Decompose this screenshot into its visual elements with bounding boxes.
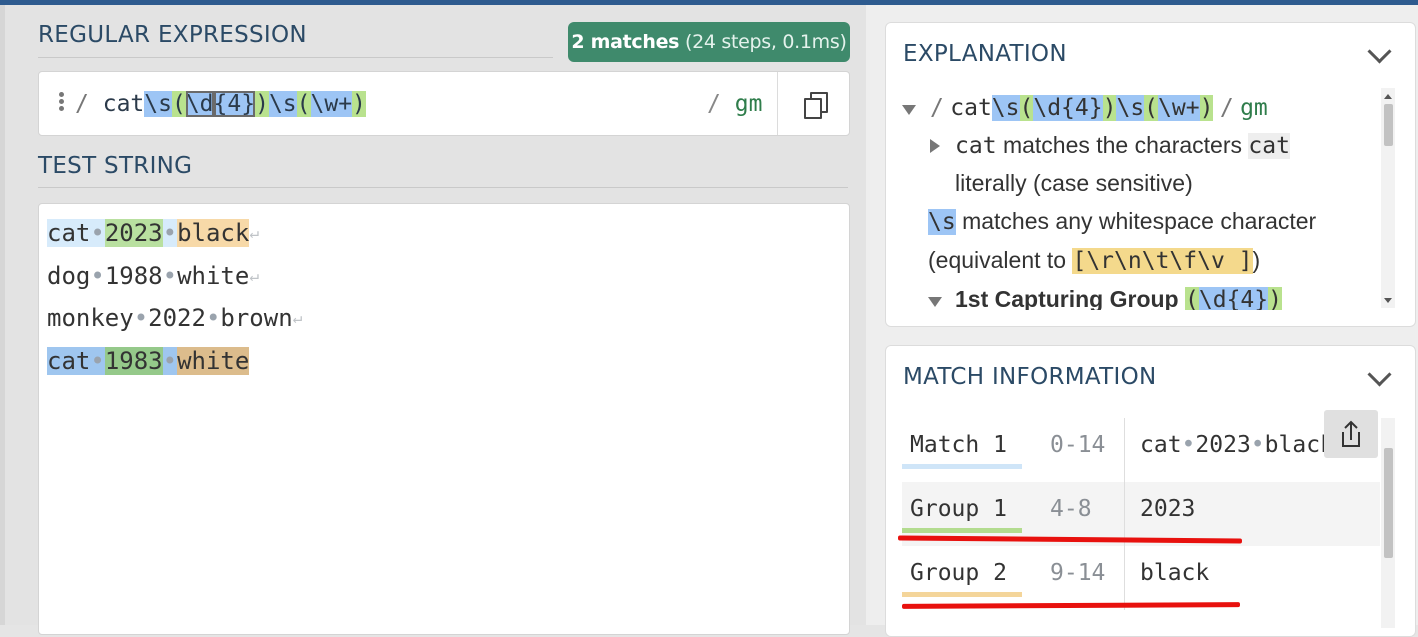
- group-value: 2023: [1140, 496, 1196, 522]
- match-value: cat•2023•black: [1140, 432, 1334, 458]
- chevron-down-icon[interactable]: [1367, 362, 1392, 387]
- root-token: \s: [1116, 95, 1145, 121]
- group-value: black: [1140, 560, 1210, 586]
- regex-open-delimiter: /: [75, 91, 89, 117]
- regex-group1-close: ): [255, 91, 269, 117]
- literal-desc: matches the characters: [1002, 132, 1242, 158]
- scroll-thumb[interactable]: [1384, 104, 1393, 146]
- regex-token-whitespace-2: \s: [268, 91, 297, 117]
- regex-expression[interactable]: / cat\s(\d{4})\s(\w+): [75, 88, 366, 120]
- test-string-title: TEST STRING: [38, 153, 193, 179]
- pane-edge: [0, 5, 5, 625]
- regex-title-divider: [38, 57, 553, 58]
- collapse-icon[interactable]: [928, 297, 942, 307]
- chevron-down-icon[interactable]: [1367, 39, 1392, 64]
- test-line-4: cat•1983•white: [47, 347, 250, 375]
- expand-icon[interactable]: [930, 139, 940, 153]
- explanation-item-literal-cont: literally (case sensitive): [955, 170, 1193, 196]
- group-color-bar: [902, 592, 1022, 597]
- regex-group2-close: ): [352, 91, 366, 117]
- match-row[interactable]: Match 1 0-14 cat•2023•black: [902, 418, 1380, 482]
- regex-flags-value: gm: [734, 91, 763, 117]
- match-info-scrollbar[interactable]: [1381, 418, 1395, 628]
- test-string-input[interactable]: cat•2023•black↵ dog•1988•white↵ monkey•2…: [38, 203, 850, 635]
- test-title-divider: [38, 187, 848, 188]
- group-range: 9-14: [1050, 560, 1106, 586]
- whitespace-class-chip: [\r\n\t\f\v ]: [1072, 248, 1253, 274]
- explanation-item-whitespace: \s matches any whitespace character: [928, 202, 1316, 241]
- regex-token-quantifier: {4}: [213, 91, 256, 117]
- root-token: ): [1102, 95, 1117, 121]
- explanation-item-literal[interactable]: cat matches the characters cat: [930, 126, 1290, 165]
- collapse-icon[interactable]: [902, 105, 916, 115]
- match-info-title: MATCH INFORMATION: [903, 364, 1157, 390]
- group-color-bar: [902, 528, 1022, 533]
- group1-close: ): [1268, 287, 1282, 310]
- whitespace-equiv-close: ): [1252, 247, 1261, 273]
- match-color-bar: [902, 464, 1022, 469]
- scroll-thumb[interactable]: [1384, 448, 1393, 558]
- drag-handle-icon[interactable]: [59, 92, 65, 113]
- copy-divider: [777, 72, 778, 135]
- root-token: \d{4}: [1033, 95, 1103, 121]
- regex-flags[interactable]: / gm: [707, 88, 762, 120]
- group1-label: 1st Capturing Group: [955, 286, 1179, 310]
- regex-token-word: \w+: [310, 91, 353, 117]
- regex-section-title: REGULAR EXPRESSION: [38, 22, 307, 48]
- root-flags: gm: [1240, 95, 1268, 121]
- root-token: (: [1019, 95, 1034, 121]
- root-token: \w+: [1158, 95, 1200, 121]
- match-steps: (24 steps, 0.1ms): [684, 31, 847, 53]
- test-line-1: cat•2023•black↵: [47, 219, 259, 247]
- row-separator: [1124, 418, 1125, 482]
- regex-input[interactable]: / cat\s(\d{4})\s(\w+) / gm: [38, 71, 850, 136]
- group-range: 4-8: [1050, 496, 1092, 522]
- match-count-badge[interactable]: 2 matches (24 steps, 0.1ms): [568, 22, 850, 62]
- whitespace-equiv: (equivalent to: [928, 247, 1067, 273]
- test-line-3: monkey•2022•brown↵: [47, 304, 303, 332]
- row-separator: [1124, 546, 1125, 610]
- explanation-clip: 1st Capturing Group (\d{4}): [886, 280, 1380, 310]
- root-token: \s: [991, 95, 1020, 121]
- group-label: Group 2: [910, 560, 1007, 586]
- regex-group2-open: (: [296, 91, 311, 117]
- literal-token: cat: [955, 133, 997, 159]
- match-range: 0-14: [1050, 432, 1106, 458]
- regex-token-whitespace: \s: [144, 91, 172, 117]
- match-count: 2 matches: [571, 31, 680, 53]
- row-separator: [1124, 482, 1125, 546]
- explanation-root[interactable]: / cat\s(\d{4})\s(\w+) / gm: [902, 88, 1268, 127]
- match-label: Match 1: [910, 432, 1007, 458]
- root-token: ): [1199, 95, 1214, 121]
- whitespace-token: \s: [928, 209, 956, 235]
- group-row[interactable]: Group 2 9-14 black: [902, 546, 1380, 610]
- explanation-scrollbar[interactable]: [1381, 88, 1395, 308]
- regex-token-digit: \d: [185, 91, 214, 117]
- root-token: (: [1144, 95, 1159, 121]
- root-close-delimiter: /: [1219, 95, 1234, 121]
- explanation-group1[interactable]: 1st Capturing Group (\d{4}): [928, 280, 1282, 310]
- group-label: Group 1: [910, 496, 1007, 522]
- regex-close-delimiter: /: [707, 91, 721, 117]
- explanation-title: EXPLANATION: [903, 41, 1067, 67]
- group1-open: (: [1185, 287, 1199, 310]
- share-button[interactable]: [1324, 410, 1378, 458]
- explanation-item-whitespace-cont: (equivalent to [\r\n\t\f\v ]): [928, 241, 1260, 280]
- scroll-up-icon[interactable]: [1384, 94, 1392, 99]
- share-icon: [1342, 420, 1360, 447]
- test-line-2: dog•1988•white↵: [47, 262, 259, 290]
- group1-token: \d{4}: [1198, 287, 1269, 310]
- root-regex-literal: cat: [950, 95, 992, 121]
- copy-icon[interactable]: [804, 92, 828, 119]
- regex-group1-open: (: [171, 91, 186, 117]
- literal-chip: cat: [1248, 133, 1290, 159]
- root-open-delimiter: /: [930, 95, 944, 121]
- whitespace-desc: matches any whitespace character: [962, 208, 1317, 234]
- scroll-down-icon[interactable]: [1384, 298, 1392, 303]
- regex-token-literal: cat: [102, 91, 145, 117]
